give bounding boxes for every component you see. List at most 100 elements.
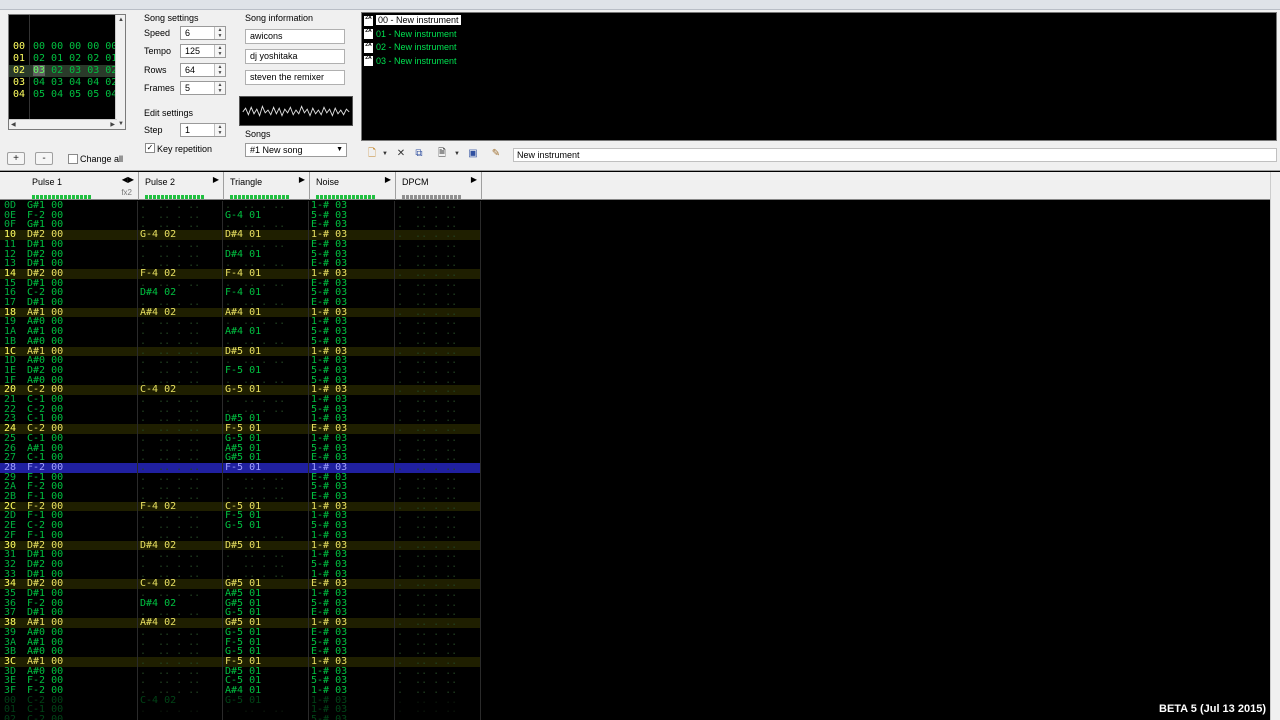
edit-instrument-icon[interactable]: ✎ <box>490 148 502 160</box>
change-all-checkbox[interactable] <box>68 154 78 164</box>
speed-spinner[interactable]: 6 ▲ ▼ <box>180 26 226 40</box>
channel-header-dpcm[interactable]: DPCM ▶ <box>396 172 482 200</box>
frame-patterns: 02 01 02 02 01 <box>33 53 118 64</box>
save-instrument-icon[interactable]: ▣ <box>467 148 479 160</box>
scroll-left-icon[interactable]: ◀ <box>11 121 16 128</box>
effect-columns-label: fx2 <box>121 188 132 197</box>
instrument-name-field[interactable]: New instrument <box>513 148 1277 162</box>
channel-header-noise[interactable]: Noise ▶ <box>310 172 396 200</box>
frame-list[interactable]: 00 00 00 00 00 00 01 02 01 02 02 01 02 03 02 … <box>8 14 126 130</box>
spinner-arrows-icon[interactable]: ▲ ▼ <box>214 82 225 94</box>
key-repetition-checkbox[interactable]: ✓ <box>145 143 155 153</box>
note-cell[interactable]: . .. . .. <box>140 715 200 720</box>
frame-number: 04 <box>13 89 26 100</box>
note-cell[interactable]: . .. . .. <box>225 715 285 720</box>
song-select[interactable]: #1 New song ▼ <box>245 143 347 157</box>
pattern-rows[interactable]: 0D G#1 00. .. . ... .. . .. 1-# 03. .. . .… <box>0 201 480 720</box>
frame-list-horizontal-scrollbar[interactable]: ◀ ▶ <box>9 119 117 129</box>
expand-arrow-icon[interactable]: ▶ <box>213 175 219 184</box>
step-spinner[interactable]: 1 ▲ ▼ <box>180 123 226 137</box>
channel-name: DPCM <box>402 177 429 187</box>
frame-row[interactable]: 01 02 01 02 02 01 <box>9 53 117 65</box>
load-instrument-icon[interactable]: 🗎 <box>436 148 448 160</box>
dpcm-cell[interactable]: . .. . .. <box>397 715 457 720</box>
volume-meter <box>145 191 205 199</box>
instrument-2a03-icon: 2A <box>364 42 373 53</box>
frame-row[interactable]: 04 05 04 05 05 04 <box>9 89 117 101</box>
frame-number: 01 <box>13 53 26 64</box>
song-artist-field[interactable]: dj yoshitaka <box>245 49 345 64</box>
channel-header-pulse-1[interactable]: Pulse 1 ◀▶ fx2 <box>26 172 139 200</box>
song-name-field[interactable]: awicons <box>245 29 345 44</box>
song-copyright-field[interactable]: steven the remixer <box>245 70 345 85</box>
note-cell[interactable]: 5-# 03 <box>311 715 347 720</box>
key-repetition-label: Key repetition <box>157 144 213 154</box>
channel-header-pulse-2[interactable]: Pulse 2 ▶ <box>139 172 224 200</box>
chevron-down-icon[interactable]: ▼ <box>379 148 391 160</box>
volume-meter <box>32 191 92 199</box>
song-information-title: Song information <box>245 13 314 23</box>
speed-label: Speed <box>144 28 171 38</box>
pattern-vertical-scrollbar[interactable] <box>1270 172 1280 720</box>
instrument-item[interactable]: 2A 01 - New instrument <box>364 28 457 41</box>
new-instrument-icon[interactable]: 🗋 <box>366 148 378 160</box>
frames-spinner[interactable]: 5 ▲ ▼ <box>180 81 226 95</box>
clone-instrument-icon[interactable]: ⧉ <box>413 148 425 160</box>
pattern-row[interactable]: 02 C-2 00 . .. . .. . .. . .. 5-# 03 . .. . .… <box>0 715 480 720</box>
instrument-item[interactable]: 2A 03 - New instrument <box>364 55 457 68</box>
channel-name: Noise <box>316 177 340 187</box>
row-number: 02 <box>4 714 17 720</box>
rows-spinner[interactable]: 64 ▲ ▼ <box>180 63 226 77</box>
channel-divider <box>137 201 138 720</box>
frame-patterns: 03 02 03 03 02 <box>33 65 118 76</box>
spinner-arrows-icon[interactable]: ▲ ▼ <box>214 64 225 76</box>
note-cell[interactable]: C-2 00 <box>27 715 63 720</box>
instrument-label: 03 - New instrument <box>376 55 457 66</box>
frame-number: 00 <box>13 41 26 52</box>
scroll-up-icon[interactable]: ▲ <box>118 17 124 23</box>
instrument-2a03-icon: 2A <box>364 29 373 40</box>
pattern-editor[interactable]: Pulse 1 ◀▶ fx2 Pulse 2 ▶ Triangle ▶ Noise ▶ DPCM ▶… <box>0 172 1280 720</box>
change-all-label: Change all <box>80 154 124 164</box>
channel-header: Pulse 1 ◀▶ fx2 Pulse 2 ▶ Triangle ▶ Noise ▶ DPCM ▶ <box>0 172 1280 200</box>
instrument-label: 02 - New instrument <box>376 42 457 52</box>
control-panel: 00 00 00 00 00 00 01 02 01 02 02 01 02 03 02 … <box>0 10 1280 171</box>
instrument-item[interactable]: 2A 02 - New instrument <box>364 41 457 54</box>
channel-header-triangle[interactable]: Triangle ▶ <box>224 172 310 200</box>
tempo-label: Tempo <box>144 46 172 56</box>
tempo-spinner[interactable]: 125 ▲ ▼ <box>180 44 226 58</box>
expand-arrow-icon[interactable]: ▶ <box>471 175 477 184</box>
rows-label: Rows <box>144 65 167 75</box>
instrument-item[interactable]: 2A 00 - New instrument <box>364 14 461 27</box>
frames-label: Frames <box>144 83 175 93</box>
frame-row[interactable]: 03 04 03 04 04 02 <box>9 77 117 89</box>
instrument-2a03-icon: 2A <box>364 56 373 67</box>
volume-meter <box>316 191 376 199</box>
expand-arrow-icon[interactable]: ▶ <box>385 175 391 184</box>
remove-frame-button[interactable]: - <box>35 152 53 165</box>
channel-name: Pulse 1 <box>32 177 63 187</box>
instrument-2a03-icon: 2A <box>364 15 373 26</box>
frame-row[interactable]: 02 03 02 03 03 02 <box>9 65 117 77</box>
chevron-down-icon[interactable]: ▼ <box>451 148 463 160</box>
songs-label: Songs <box>245 129 271 139</box>
spinner-arrows-icon[interactable]: ▲ ▼ <box>214 45 225 57</box>
title-bar <box>0 0 1280 10</box>
frame-number: 03 <box>13 77 26 88</box>
instrument-label: 00 - New instrument <box>376 15 461 25</box>
frame-patterns: 00 00 00 00 00 <box>33 41 118 52</box>
expand-arrow-icon[interactable]: ◀▶ <box>122 175 134 184</box>
chevron-down-icon: ▼ <box>336 146 343 153</box>
scroll-down-icon[interactable]: ▼ <box>118 121 124 127</box>
frame-row[interactable]: 00 00 00 00 00 00 <box>9 41 117 53</box>
channel-name: Pulse 2 <box>145 177 176 187</box>
frame-patterns: 04 03 04 04 02 <box>33 77 118 88</box>
expand-arrow-icon[interactable]: ▶ <box>299 175 305 184</box>
add-frame-button[interactable]: + <box>7 152 25 165</box>
spinner-arrows-icon[interactable]: ▲ ▼ <box>214 27 225 39</box>
spinner-arrows-icon[interactable]: ▲ ▼ <box>214 124 225 136</box>
remove-instrument-icon[interactable]: ✕ <box>395 148 407 160</box>
frame-list-vertical-scrollbar[interactable]: ▲ ▼ <box>115 15 125 129</box>
scroll-right-icon[interactable]: ▶ <box>110 121 115 128</box>
instrument-list[interactable]: 2A 00 - New instrument 2A 01 - New instrume… <box>361 12 1277 141</box>
